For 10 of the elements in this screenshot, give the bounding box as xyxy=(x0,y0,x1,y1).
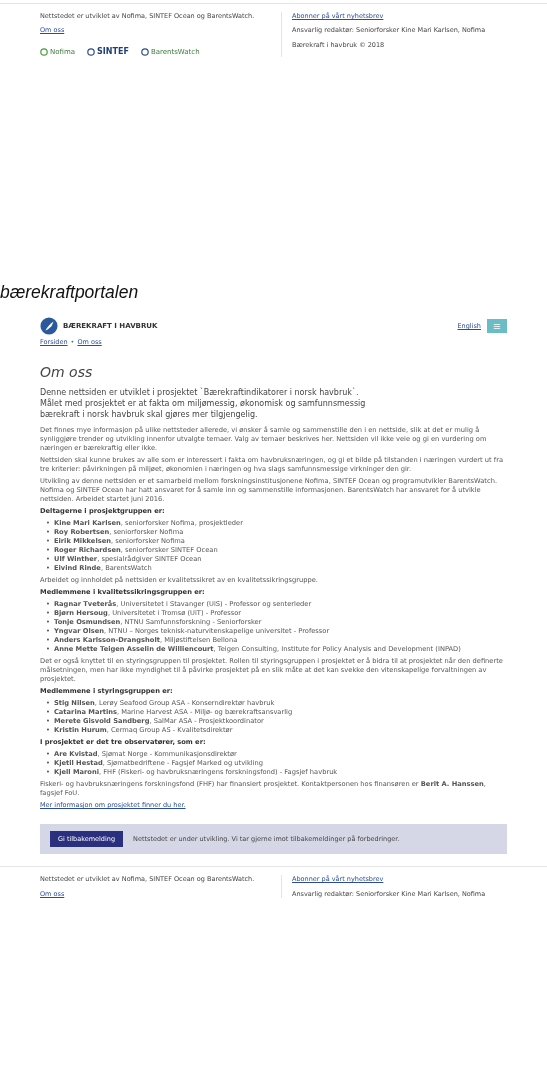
logo-mark-icon xyxy=(140,48,149,57)
lead-paragraph: Denne nettsiden er utviklet i prosjektet `Bærekraftindikatorer i norsk havbruk`. Målet med prosjektet er at fakta om miljømessig, økonomisk og samfunnsmessig bærekraft i norsk havbruk skal gjøres mer tilgjengelig. xyxy=(40,386,367,420)
page-heading: Om oss xyxy=(40,362,94,381)
menu-button[interactable] xyxy=(487,319,507,334)
logo-icon xyxy=(40,317,58,336)
logo-mark-icon xyxy=(87,48,96,57)
menu-icon xyxy=(493,322,501,330)
logo-mark-icon xyxy=(40,48,48,57)
figure-caption: bærekraftportalen xyxy=(0,282,140,304)
partner-logo: SINTEF xyxy=(87,46,129,58)
